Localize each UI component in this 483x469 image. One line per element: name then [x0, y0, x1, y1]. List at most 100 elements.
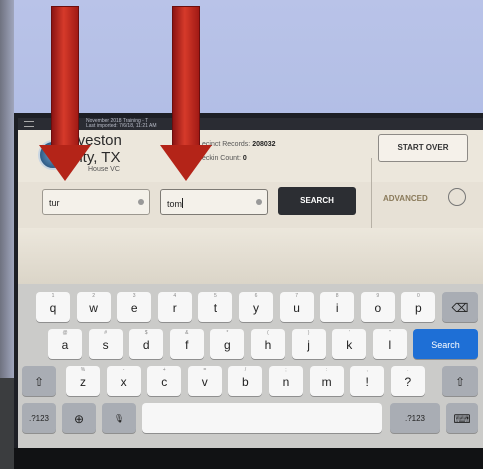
key-m[interactable]: :m	[309, 366, 344, 396]
key-exclamation[interactable]: ,!	[350, 366, 385, 396]
key-d[interactable]: $ d	[129, 329, 164, 359]
key-h[interactable]: (h	[251, 329, 285, 359]
key-label: t	[213, 301, 218, 315]
key-u[interactable]: 7u	[279, 292, 314, 322]
key-c[interactable]: + c	[147, 366, 182, 396]
key-label: g	[224, 338, 231, 352]
first-name-input[interactable]: tom	[160, 189, 268, 215]
globe-icon[interactable]: ⊕	[62, 403, 96, 433]
key-hint: ;	[285, 367, 287, 373]
key-q[interactable]: 1q	[36, 292, 70, 322]
key-l[interactable]: " l	[372, 329, 407, 359]
key-label: h	[264, 338, 272, 352]
red-arrow-right	[172, 6, 200, 146]
text-cursor	[182, 198, 184, 208]
key-f[interactable]: & f	[169, 329, 204, 359]
key-hint: +	[162, 367, 166, 373]
shift-icon[interactable]: ⇧	[22, 366, 56, 396]
search-key[interactable]: Search	[413, 329, 478, 359]
status-import-time: Last imported: 7/6/18, 11:21 AM	[86, 123, 157, 129]
key-label: n	[282, 375, 290, 389]
backspace-icon[interactable]: ⌫	[442, 292, 478, 322]
microphone-icon[interactable]: 🎙	[102, 403, 136, 433]
key-label: m	[321, 375, 332, 389]
key-a[interactable]: @ a	[48, 329, 82, 359]
key-label: q	[49, 301, 57, 315]
key-label: z	[80, 375, 86, 389]
vertical-divider	[371, 158, 372, 230]
last-name-input[interactable]: tur	[42, 189, 150, 215]
key-label: ⇧	[33, 375, 45, 389]
precinct-stats: ecinct Records: 208032 eckin Count: 0	[202, 138, 276, 166]
key-label: k	[346, 338, 353, 352]
vote-center-name: House VC	[88, 166, 120, 173]
key-label: a	[61, 338, 69, 352]
first-name-value: tom	[167, 199, 183, 209]
key-s[interactable]: # s	[88, 329, 123, 359]
numbers-key[interactable]: .?123	[22, 403, 56, 433]
key-label: !	[365, 375, 369, 389]
key-hint: =	[203, 367, 207, 373]
search-row: tur tom SEARCH ADVANCED	[18, 182, 483, 228]
menu-icon[interactable]	[24, 121, 34, 127]
key-hint: .	[407, 367, 409, 373]
key-hint: &	[185, 330, 189, 336]
checkin-count-value: 0	[242, 155, 247, 162]
precinct-records-value: 208032	[252, 141, 276, 148]
key-b[interactable]: / b	[228, 366, 263, 396]
key-t[interactable]: 5t	[198, 292, 233, 322]
key-hint: /	[244, 367, 247, 373]
key-j[interactable]: ) j	[291, 329, 326, 359]
results-area	[18, 228, 483, 284]
key-hint: *	[226, 330, 229, 336]
key-label: v	[201, 375, 208, 389]
key-hint: (	[267, 330, 269, 336]
key-n[interactable]: ; n	[269, 366, 303, 396]
key-k[interactable]: ' k	[332, 329, 367, 359]
advanced-toggle[interactable]	[448, 188, 466, 206]
key-label: ?	[404, 375, 412, 389]
key-o[interactable]: 9o	[360, 292, 395, 322]
key-hint: )	[307, 330, 310, 336]
red-arrow-left	[51, 6, 79, 146]
key-label: ⌫	[451, 301, 469, 315]
clear-first-name-icon[interactable]	[256, 199, 262, 205]
key-y[interactable]: 6y	[239, 292, 273, 322]
key-i[interactable]: 8i	[320, 292, 355, 322]
search-button[interactable]: SEARCH	[278, 187, 356, 215]
key-label: f	[185, 338, 189, 352]
key-hint: 0	[417, 293, 420, 299]
red-arrow-left-head	[39, 145, 91, 181]
key-g[interactable]: * g	[210, 329, 245, 359]
key-label: d	[142, 338, 150, 352]
key-e[interactable]: 3e	[117, 292, 152, 322]
key-z[interactable]: % z	[66, 366, 100, 396]
key-label: x	[120, 375, 127, 389]
key-p[interactable]: 0p	[401, 292, 436, 322]
key-label: j	[307, 338, 310, 352]
key-v[interactable]: = v	[187, 366, 222, 396]
key-hint: 2	[92, 293, 95, 299]
key-hint: 6	[254, 293, 258, 299]
key-x[interactable]: -x	[106, 366, 141, 396]
start-over-button[interactable]: START OVER	[378, 134, 468, 162]
key-label: Search	[431, 340, 460, 350]
key-hint: 4	[173, 293, 177, 299]
keyboard-hide-icon[interactable]: ⌨	[446, 403, 478, 433]
space-bar[interactable]	[142, 403, 382, 433]
key-label: l	[388, 338, 392, 352]
key-question[interactable]: .?	[390, 366, 425, 396]
shift-icon[interactable]: ⇧	[442, 366, 478, 396]
key-label: .?123	[404, 414, 426, 423]
key-hint: "	[388, 330, 391, 336]
key-r[interactable]: 4r	[157, 292, 192, 322]
onscreen-keyboard: 1 q 2 w 3 e 4 r 5 t 6 y 7 u 8 i 9 o 0 p ⌫ @ a # s $ d & f * g(h) j ' k " l S…	[18, 284, 483, 448]
key-label: .?123	[28, 414, 50, 423]
numbers-key-right[interactable]: .?123	[390, 403, 440, 433]
key-w[interactable]: 2w	[76, 292, 111, 322]
clear-last-name-icon[interactable]	[138, 199, 144, 205]
key-label: c	[161, 375, 168, 389]
tablet-bottom-bezel	[14, 448, 483, 469]
key-hint: ,	[366, 367, 368, 373]
left-photo-tablet	[0, 378, 14, 469]
